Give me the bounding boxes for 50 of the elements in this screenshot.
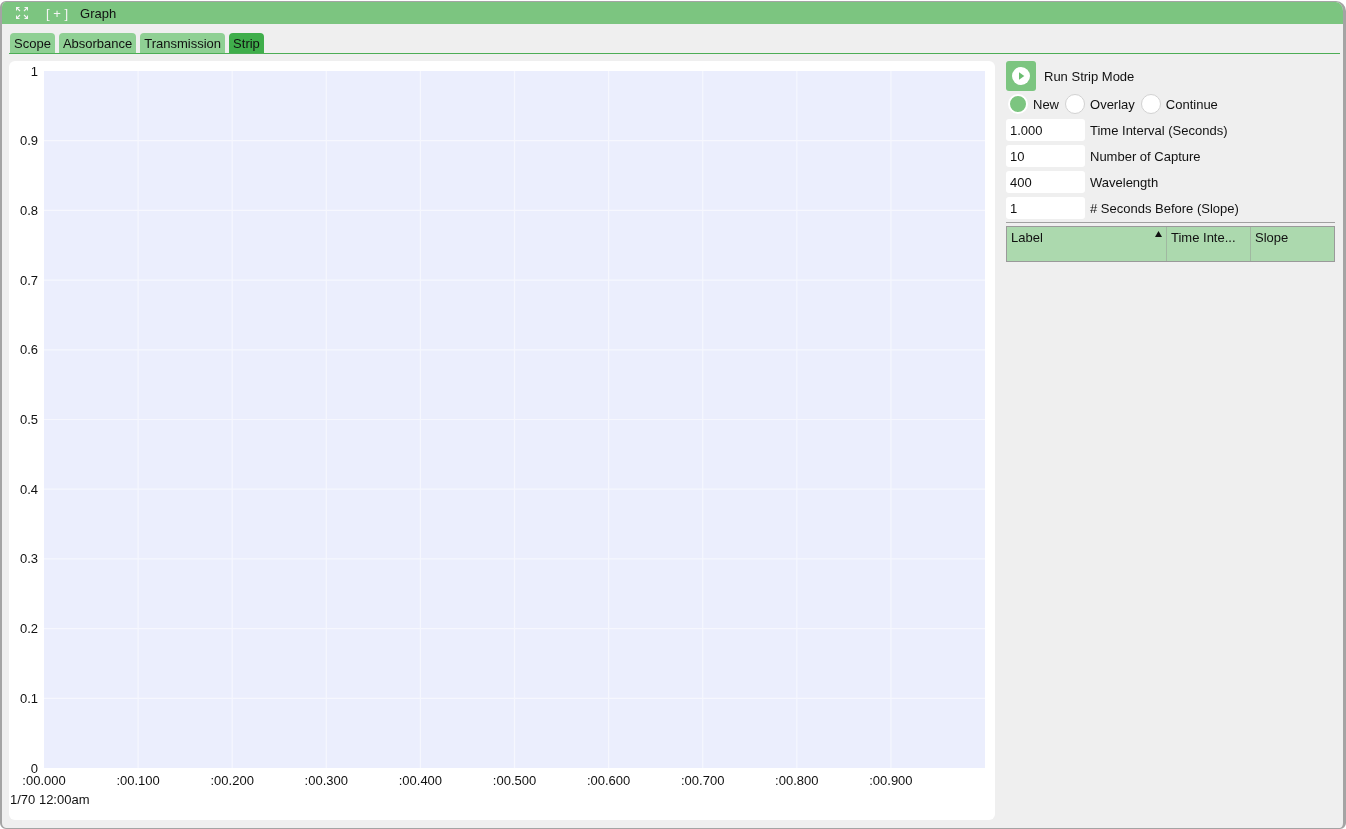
- radio-label: Overlay: [1090, 96, 1135, 112]
- field-label: Number of Capture: [1090, 148, 1201, 164]
- input-field[interactable]: 1.000: [1006, 119, 1085, 141]
- y-tick-label: 0.2: [19, 621, 38, 637]
- column-label: Slope: [1255, 230, 1289, 245]
- y-tick-label: 1: [30, 63, 38, 79]
- tab[interactable]: Strip: [229, 33, 264, 53]
- y-tick-label: 0.8: [19, 202, 38, 218]
- y-tick-label: 0.4: [19, 481, 38, 497]
- field-label: Time Interval (Seconds): [1090, 122, 1228, 138]
- x-tick-label: :00.200: [210, 773, 254, 788]
- radio-button[interactable]: [1140, 94, 1161, 114]
- y-tick-label: 0.6: [19, 342, 38, 358]
- field-label: Wavelength: [1090, 174, 1159, 190]
- y-tick-label: 0.1: [19, 690, 38, 706]
- expand-icon[interactable]: [16, 7, 28, 19]
- field-label: # Seconds Before (Slope): [1090, 200, 1239, 216]
- x-tick-label: :00.700: [681, 773, 725, 788]
- x-tick-label: :00.400: [398, 773, 443, 788]
- y-tick-label: 0.7: [19, 272, 38, 288]
- x-tick-label: :00.100: [116, 773, 160, 788]
- input-field[interactable]: 400: [1006, 171, 1085, 193]
- column-header[interactable]: Slope: [1250, 227, 1334, 261]
- input-field[interactable]: 1: [1006, 197, 1085, 219]
- radio-button[interactable]: [1065, 94, 1085, 114]
- x-tick-label: :00.800: [775, 773, 819, 788]
- column-label: Label: [1011, 230, 1043, 245]
- x-tick-label: :00.600: [586, 773, 631, 788]
- run-button[interactable]: [1006, 61, 1036, 91]
- play-icon: [1012, 67, 1030, 85]
- y-tick-label: 0.9: [19, 133, 38, 149]
- radio-label: Continue: [1165, 96, 1218, 112]
- x-tick-label: :00.500: [492, 773, 537, 788]
- column-label: Time Inte...: [1171, 230, 1236, 245]
- date-label: 1/70 12:00am: [10, 792, 90, 808]
- window-title: Graph: [80, 5, 117, 21]
- tab[interactable]: Transmission: [140, 33, 226, 53]
- column-header[interactable]: Label: [1007, 227, 1166, 261]
- radio-label: New: [1033, 96, 1059, 112]
- x-tick-label: :00.000: [22, 773, 66, 788]
- input-field[interactable]: 10: [1006, 145, 1085, 167]
- x-tick-label: :00.900: [869, 773, 913, 788]
- y-tick-label: 0: [30, 760, 38, 776]
- run-label: Run Strip Mode: [1044, 68, 1135, 84]
- x-tick-label: :00.300: [304, 773, 348, 788]
- tab[interactable]: Absorbance: [58, 33, 137, 53]
- column-header[interactable]: Time Inte...: [1166, 227, 1250, 261]
- y-tick-label: 0.3: [19, 551, 38, 567]
- y-tick-label: 0.5: [19, 412, 38, 427]
- tab[interactable]: Scope: [10, 33, 55, 53]
